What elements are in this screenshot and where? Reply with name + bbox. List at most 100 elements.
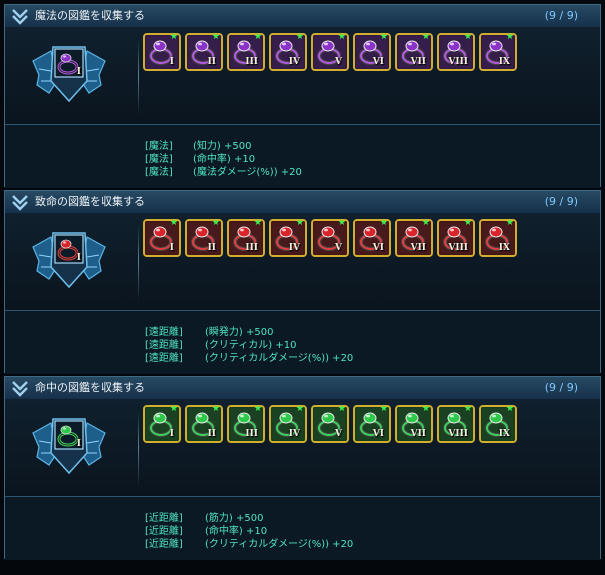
collected-star-icon: ★ (211, 218, 220, 228)
collection-item-slot[interactable]: ★ IV (269, 32, 307, 71)
collected-star-icon: ★ (169, 218, 178, 228)
item-numeral: VII (410, 57, 426, 67)
collected-star-icon: ★ (211, 404, 220, 414)
item-numeral: IX (498, 57, 510, 67)
collection-item-slot[interactable]: ★ VIII (437, 218, 475, 257)
collected-star-icon: ★ (169, 32, 178, 42)
collection-item-slot[interactable]: ★ I (143, 404, 181, 443)
collection-header[interactable]: 命中の図鑑を収集する (9 / 9) (5, 377, 600, 400)
green-ring-emblem-icon: I (31, 413, 107, 477)
item-numeral: I (169, 243, 174, 253)
effect-category: [近距離] (145, 539, 183, 550)
collection-effects: [近距離] (筋力) +500 [近距離] (命中率) +10 [近距離] (クリティカル… (5, 496, 600, 560)
item-numeral: VI (372, 429, 384, 439)
collection-progress-count: (9 / 9) (544, 195, 578, 208)
collection-item-slot[interactable]: ★ VI (353, 404, 391, 443)
collection-item-slot[interactable]: ★ IV (269, 404, 307, 443)
collection-item-slot[interactable]: ★ V (311, 218, 349, 257)
item-numeral: VII (410, 243, 426, 253)
collection-item-slot[interactable]: ★ VII (395, 404, 433, 443)
collected-star-icon: ★ (463, 404, 472, 414)
collection-item-slot[interactable]: ★ III (227, 32, 265, 71)
collected-star-icon: ★ (295, 218, 304, 228)
collected-star-icon: ★ (211, 32, 220, 42)
collection-header[interactable]: 致命の図鑑を収集する (9 / 9) (5, 191, 600, 214)
collected-star-icon: ★ (337, 404, 346, 414)
effect-stat: (魔法ダメージ(%)) +20 (193, 167, 302, 178)
effect-category: [魔法] (145, 167, 173, 178)
collected-star-icon: ★ (505, 404, 514, 414)
collected-star-icon: ★ (253, 32, 262, 42)
collection-item-slot[interactable]: ★ I (143, 32, 181, 71)
item-numeral: II (207, 429, 216, 439)
collected-star-icon: ★ (421, 32, 430, 42)
collection-item-slot[interactable]: ★ VII (395, 218, 433, 257)
collected-star-icon: ★ (505, 32, 514, 42)
collection-item-slot[interactable]: ★ III (227, 404, 265, 443)
effect-stat: (命中率) +10 (193, 154, 256, 165)
collection-item-slot[interactable]: ★ II (185, 218, 223, 257)
collection-item-slot[interactable]: ★ II (185, 32, 223, 71)
item-numeral: VIII (448, 429, 468, 439)
collection-progress-count: (9 / 9) (544, 381, 578, 394)
chevron-down-icon[interactable] (11, 8, 29, 29)
collection-item-slot[interactable]: ★ VI (353, 218, 391, 257)
collection-item-slot[interactable]: ★ VI (353, 32, 391, 71)
collected-star-icon: ★ (337, 218, 346, 228)
effect-category: [近距離] (145, 526, 183, 537)
effect-category: [遠距離] (145, 340, 183, 351)
effect-category: [遠距離] (145, 353, 183, 364)
item-numeral: IX (498, 429, 510, 439)
collection-effects: [遠距離] (瞬発力) +500 [遠距離] (クリティカル) +10 [遠距離] (クリ… (5, 310, 600, 374)
collected-star-icon: ★ (505, 218, 514, 228)
item-numeral: VIII (448, 57, 468, 67)
collection-item-slot[interactable]: ★ III (227, 218, 265, 257)
item-numeral: III (245, 57, 258, 67)
effect-stat: (瞬発力) +500 (205, 327, 274, 338)
collected-star-icon: ★ (253, 218, 262, 228)
effect-category: [近距離] (145, 513, 183, 524)
collected-star-icon: ★ (421, 218, 430, 228)
vertical-divider (138, 35, 139, 115)
effect-category: [魔法] (145, 154, 173, 165)
collection-item-slot[interactable]: ★ I (143, 218, 181, 257)
collection-panel-red: 致命の図鑑を収集する (9 / 9) I ★ I ★ II ★ III ★ IV ★ V ★ VI ★ VII ★… (4, 190, 601, 374)
collection-body: I ★ I ★ II ★ III ★ IV ★ V ★ VI ★ VII ★ VIII ★ IX (5, 27, 600, 124)
collected-star-icon: ★ (463, 218, 472, 228)
collection-progress-count: (9 / 9) (544, 9, 578, 22)
item-numeral: V (335, 429, 342, 439)
item-numeral: VI (372, 243, 384, 253)
item-numeral: V (335, 57, 342, 67)
collection-item-slot[interactable]: ★ IX (479, 218, 517, 257)
collected-star-icon: ★ (295, 32, 304, 42)
collection-item-slot[interactable]: ★ VIII (437, 404, 475, 443)
collection-item-slot[interactable]: ★ VII (395, 32, 433, 71)
collection-item-slot[interactable]: ★ IX (479, 404, 517, 443)
collection-header[interactable]: 魔法の図鑑を収集する (9 / 9) (5, 5, 600, 28)
effect-stat: (クリティカルダメージ(%)) +20 (205, 539, 354, 550)
item-numeral: IX (498, 243, 510, 253)
item-numeral: IV (288, 243, 300, 253)
chevron-down-icon[interactable] (11, 380, 29, 401)
collected-star-icon: ★ (379, 404, 388, 414)
collection-item-slot[interactable]: ★ V (311, 32, 349, 71)
collection-effects: [魔法] (知力) +500 [魔法] (命中率) +10 [魔法] (魔法ダメージ(%)… (5, 124, 600, 188)
collection-item-slot[interactable]: ★ VIII (437, 32, 475, 71)
item-numeral: I (169, 429, 174, 439)
collected-star-icon: ★ (253, 404, 262, 414)
item-numeral: IV (288, 429, 300, 439)
collection-item-slot[interactable]: ★ II (185, 404, 223, 443)
collected-star-icon: ★ (337, 32, 346, 42)
collection-item-slot[interactable]: ★ V (311, 404, 349, 443)
chevron-down-icon[interactable] (11, 194, 29, 215)
collected-star-icon: ★ (295, 404, 304, 414)
collection-title: 命中の図鑑を収集する (35, 381, 145, 394)
item-numeral: III (245, 243, 258, 253)
item-numeral: IV (288, 57, 300, 67)
collection-item-slot[interactable]: ★ IV (269, 218, 307, 257)
collection-item-slot[interactable]: ★ IX (479, 32, 517, 71)
effect-stat: (知力) +500 (193, 141, 252, 152)
effect-stat: (筋力) +500 (205, 513, 264, 524)
item-numeral: III (245, 429, 258, 439)
effect-stat: (クリティカル) +10 (205, 340, 297, 351)
